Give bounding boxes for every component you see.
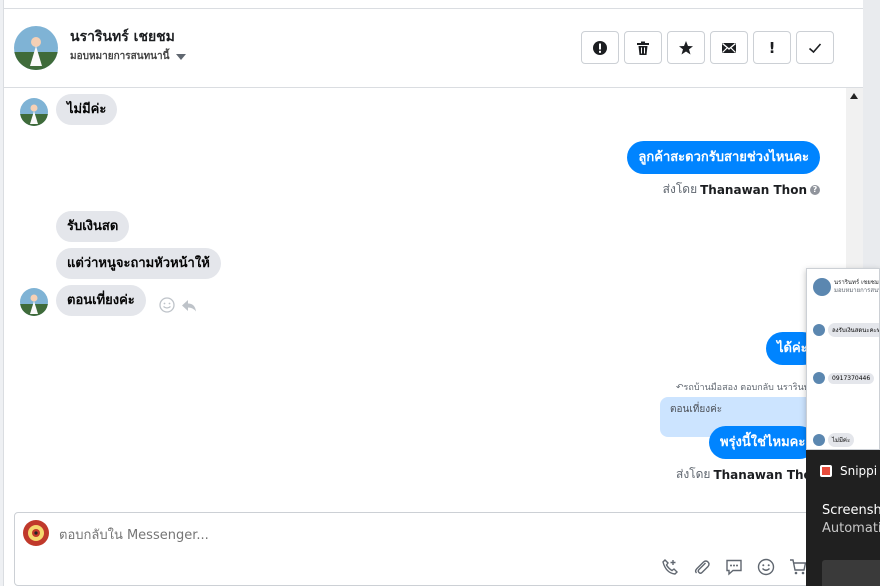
- phone-plus-icon: [662, 559, 678, 575]
- notification-action-button[interactable]: [822, 560, 880, 586]
- star-button[interactable]: [667, 31, 705, 64]
- message-thread[interactable]: ไม่มีค่ะ ลูกค้าสะดวกรับสายช่วงไหนคะ ส่งโ…: [4, 88, 850, 512]
- popup-contact: นรารินทร์ เชยชม มอบหมายการสนทนานี้: [834, 279, 879, 295]
- mark-unread-button[interactable]: [710, 31, 748, 64]
- react-smiley-icon[interactable]: [159, 297, 175, 313]
- contact-name[interactable]: นรารินทร์ เชยชม: [70, 26, 175, 48]
- messenger-inbox: นรารินทร์ เชยชม มอบหมายการสนทนานี้ ! ไม่…: [0, 0, 880, 586]
- sent-by-label: ส่งโดย Thanawan Thon: [676, 465, 820, 484]
- popup-message: ลงรับเงินสดนะคะท: [813, 323, 879, 337]
- popup-avatar: [813, 278, 831, 296]
- conversation-header: นรารินทร์ เชยชม มอบหมายการสนทนานี้ !: [4, 8, 863, 88]
- incoming-message[interactable]: ตอนเที่ยงค่ะ: [56, 285, 146, 316]
- notification-title: Snippi: [820, 464, 877, 478]
- scroll-up-arrow-icon[interactable]: [850, 93, 858, 99]
- incoming-message[interactable]: รับเงินสด: [56, 211, 130, 242]
- mark-done-button[interactable]: [796, 31, 834, 64]
- reply-arrow-icon[interactable]: [181, 297, 197, 313]
- help-icon[interactable]: ?: [810, 184, 820, 195]
- sent-by-label: ส่งโดย Thanawan Thon ?: [663, 180, 820, 199]
- emoji-button[interactable]: [756, 557, 776, 577]
- sent-by-name: Thanawan Thon: [700, 182, 807, 197]
- incoming-message[interactable]: ไม่มีค่ะ: [56, 94, 118, 125]
- star-icon: [679, 40, 693, 54]
- outgoing-message[interactable]: พรุ่งนี้ใช่ไหมคะ: [709, 426, 817, 459]
- popup-bubble: 0917370446: [828, 372, 875, 384]
- popup-bubble: ลงรับเงินสดนะคะท: [828, 323, 879, 337]
- notification-app-name: Snippi: [840, 464, 878, 478]
- reply-context-text: รถบ้านมือสอง ตอบกลับ นรารินท: [683, 383, 810, 393]
- popup-bubble: ไม่มีค่ะ: [828, 433, 855, 447]
- sent-by-prefix: ส่งโดย: [676, 467, 711, 481]
- exclamation-icon: !: [768, 38, 776, 57]
- header-actions: !: [581, 31, 834, 64]
- popup-message: ไม่มีค่ะ: [813, 433, 855, 447]
- sender-avatar: [20, 98, 48, 126]
- reply-arrow-icon: ↶: [676, 383, 684, 393]
- sent-by-name: Thanawan Thon: [713, 467, 821, 482]
- popup-avatar: [813, 324, 825, 336]
- composer-tools: [660, 557, 808, 577]
- sent-by-prefix: ส่งโดย: [662, 182, 698, 196]
- snipping-tool-notification[interactable]: Snippi Screensho Automati: [806, 450, 880, 586]
- reply-composer: [14, 512, 863, 586]
- envelope-icon: [722, 42, 736, 53]
- conversation-preview-popup: นรารินทร์ เชยชม มอบหมายการสนทนานี้ ลงรับ…: [806, 268, 880, 450]
- notification-body: Screensho Automati: [822, 502, 880, 538]
- call-button[interactable]: [660, 557, 680, 577]
- delete-button[interactable]: [624, 31, 662, 64]
- outgoing-message[interactable]: ลูกค้าสะดวกรับสายช่วงไหนคะ: [627, 141, 820, 174]
- notification-line-1: Screensho: [822, 503, 880, 518]
- trash-icon: [637, 41, 649, 55]
- right-panel-edge: [863, 0, 880, 270]
- assign-conversation-dropdown[interactable]: มอบหมายการสนทนานี้: [70, 49, 187, 64]
- checkmark-icon: [808, 42, 822, 53]
- follow-up-button[interactable]: !: [753, 31, 791, 64]
- popup-contact-name: นรารินทร์ เชยชม: [834, 279, 879, 286]
- reply-context: ↶รถบ้านมือสอง ตอบกลับ นรารินท: [676, 380, 810, 394]
- popup-avatar: [813, 434, 825, 446]
- popup-message: 0917370446: [813, 372, 875, 384]
- popup-assign: มอบหมายการสนทนานี้: [834, 287, 879, 294]
- alert-circle-icon: [593, 40, 607, 55]
- popup-avatar: [813, 372, 825, 384]
- caret-down-icon: [176, 53, 187, 60]
- reply-input[interactable]: [59, 525, 659, 545]
- notification-line-2: Automati: [822, 521, 880, 536]
- chat-bubble-icon: [726, 559, 742, 576]
- page-avatar: [23, 520, 49, 546]
- paperclip-icon: [694, 560, 710, 574]
- contact-avatar[interactable]: [14, 26, 58, 70]
- snipping-tool-icon: [820, 465, 832, 477]
- sender-avatar: [20, 288, 48, 316]
- assign-label: มอบหมายการสนทนานี้: [70, 51, 170, 62]
- attach-button[interactable]: [692, 557, 712, 577]
- saved-replies-button[interactable]: [724, 557, 744, 577]
- cart-plus-icon: [790, 559, 807, 575]
- smiley-icon: [757, 558, 775, 576]
- popup-header: นรารินทร์ เชยชม มอบหมายการสนทนานี้: [813, 278, 879, 296]
- mark-spam-button[interactable]: [581, 31, 619, 64]
- shop-button[interactable]: [788, 557, 808, 577]
- incoming-message[interactable]: แต่ว่าหนูจะถามหัวหน้าให้: [56, 248, 221, 279]
